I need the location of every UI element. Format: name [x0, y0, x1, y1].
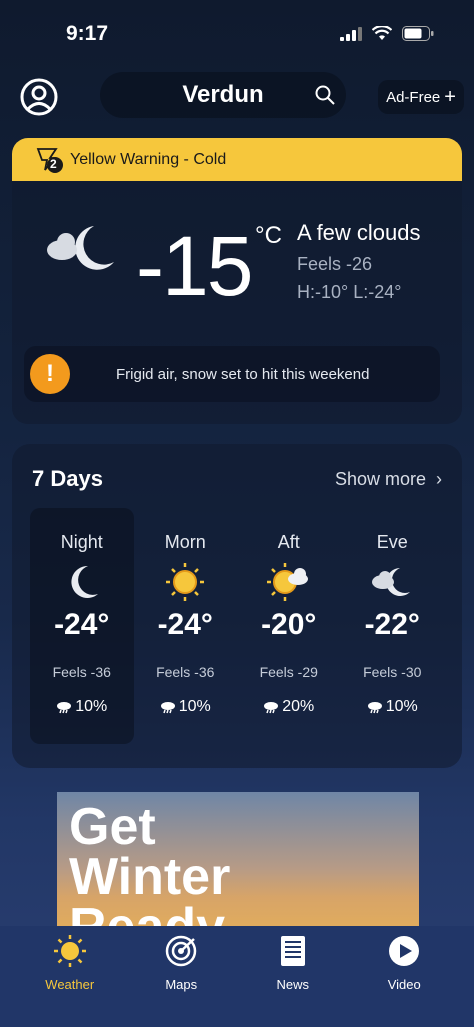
period-temperature: -20°: [261, 608, 317, 641]
forecast-period[interactable]: Eve -22° Feels -30 10%: [341, 508, 445, 744]
moon-cloud-icon: [47, 226, 114, 270]
rain-cloud-icon: [160, 702, 175, 714]
period-temperature: -24°: [157, 608, 213, 641]
status-time: 9:17: [66, 22, 109, 45]
tab-video-label: Video: [387, 977, 421, 992]
period-name: Night: [60, 532, 103, 552]
forecast-period[interactable]: Night -24° Feels -36 10%: [30, 508, 134, 744]
tab-news-label: News: [276, 977, 309, 992]
tab-weather-label: Weather: [45, 977, 95, 992]
profile-icon[interactable]: [20, 78, 58, 116]
high-low: H:-10° L:-24°: [297, 282, 402, 302]
rain-cloud-icon: [264, 702, 279, 714]
show-more-link[interactable]: Show more ›: [335, 469, 442, 490]
period-temperature: -24°: [54, 608, 110, 641]
period-name: Aft: [277, 532, 300, 552]
temperature-unit: °C: [255, 222, 282, 249]
search-icon[interactable]: [314, 84, 336, 106]
current-weather-card[interactable]: 2 Yellow Warning - Cold -15 °C A few clo…: [12, 138, 462, 424]
news-alert[interactable]: ! Frigid air, snow set to hit this weeke…: [24, 346, 440, 402]
period-feels-like: Feels -36: [52, 664, 111, 680]
precipitation: 10%: [341, 698, 445, 716]
ad-text: Get Winter Ready: [69, 798, 231, 932]
signal-icon: [340, 26, 362, 41]
warning-banner[interactable]: 2 Yellow Warning - Cold: [12, 138, 462, 181]
newspaper-icon: [280, 936, 305, 966]
chevron-right-icon: ›: [436, 469, 442, 489]
ad-free-label: Ad-Free: [386, 88, 441, 106]
condition-text: A few clouds: [297, 220, 421, 245]
precipitation: 10%: [134, 698, 238, 716]
forecast-period[interactable]: Aft -20° Feels -29 20%: [237, 508, 341, 744]
precip-chance: 10%: [385, 698, 418, 715]
forecast-periods: Night -24° Feels -36 10% Morn -24° Feels -36 10…: [30, 508, 444, 744]
sun-icon: [163, 562, 207, 602]
radar-icon: [166, 935, 197, 967]
period-feels-like: Feels -36: [156, 664, 215, 680]
precip-chance: 10%: [178, 698, 211, 715]
wifi-icon: [372, 26, 392, 40]
warning-text: Yellow Warning - Cold: [70, 150, 227, 168]
forecast-title: 7 Days: [32, 466, 103, 491]
feels-like: Feels -26: [297, 254, 373, 274]
battery-icon: [402, 26, 434, 41]
show-more-label: Show more: [334, 469, 426, 489]
period-feels-like: Feels -30: [363, 664, 422, 680]
period-name: Morn: [164, 532, 206, 552]
rain-cloud-icon: [367, 702, 382, 714]
sun-cloud-icon: [266, 562, 311, 602]
tab-maps-label: Maps: [165, 977, 198, 992]
period-name: Eve: [376, 532, 408, 552]
city-selector[interactable]: Verdun: [100, 72, 346, 118]
exclamation-icon: !: [30, 354, 70, 394]
plus-icon: +: [444, 85, 456, 108]
ad-free-button[interactable]: Ad-Free +: [378, 80, 464, 114]
current-temperature: -15: [136, 219, 253, 313]
tab-news[interactable]: News: [248, 932, 338, 1027]
precipitation: 20%: [237, 698, 341, 716]
moon-icon: [60, 562, 104, 602]
moon-cloud-icon: [370, 562, 414, 602]
precip-chance: 10%: [75, 698, 108, 715]
warning-count: 2: [50, 156, 57, 171]
play-icon: [389, 936, 420, 966]
forecast-card: 7 Days Show more › Night -24° Feels -36 10%…: [12, 444, 462, 768]
ad-line-1: Get: [69, 798, 156, 856]
status-icons: [340, 26, 434, 41]
tab-weather[interactable]: Weather: [25, 932, 115, 1027]
warning-icon: 2: [36, 146, 64, 174]
sun-icon: [53, 935, 86, 967]
period-temperature: -22°: [364, 608, 420, 641]
forecast-period[interactable]: Morn -24° Feels -36 10%: [134, 508, 238, 744]
precip-chance: 20%: [282, 698, 315, 715]
ad-line-2: Winter: [69, 848, 231, 906]
tab-maps[interactable]: Maps: [136, 932, 226, 1027]
period-feels-like: Feels -29: [259, 664, 318, 680]
precipitation: 10%: [30, 698, 134, 716]
tab-bar: Weather Maps News Video: [0, 926, 474, 1027]
ad-banner[interactable]: Get Winter Ready: [57, 792, 419, 932]
alert-text: Frigid air, snow set to hit this weekend: [116, 365, 370, 383]
city-name: Verdun: [182, 81, 264, 108]
rain-cloud-icon: [57, 702, 72, 714]
tab-video[interactable]: Video: [359, 932, 449, 1027]
